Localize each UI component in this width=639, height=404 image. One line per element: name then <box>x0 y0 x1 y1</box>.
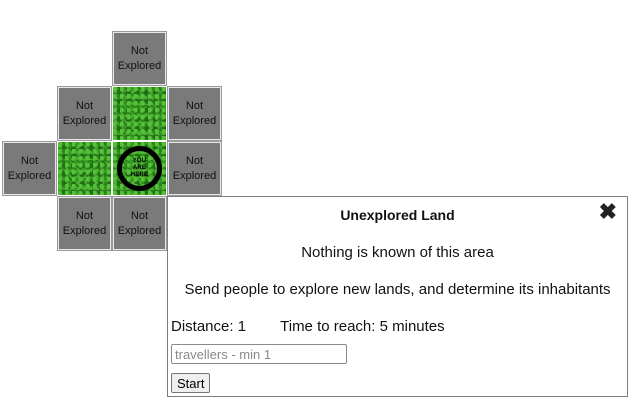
dialog-title: Unexplored Land <box>340 207 455 223</box>
map-tile-unexplored[interactable]: Not Explored <box>112 31 167 86</box>
map-tile-unexplored[interactable]: Not Explored <box>2 141 57 196</box>
distance-value: 1 <box>237 318 247 335</box>
map-tile-unexplored[interactable]: Not Explored <box>167 86 222 141</box>
game-stage: Not Explored Not Explored Not Explored N… <box>0 0 639 404</box>
close-icon[interactable]: ✖ <box>599 199 617 225</box>
map-tile-unexplored[interactable]: Not Explored <box>167 141 222 196</box>
map-tile-explored-grassland[interactable] <box>58 142 111 195</box>
travellers-input[interactable] <box>171 344 347 364</box>
you-are-here-label: YOU ARE HERE <box>130 158 149 178</box>
explore-dialog: Unexplored Land ✖ Nothing is known of th… <box>167 196 628 397</box>
map-tile-unexplored[interactable]: Not Explored <box>57 196 112 251</box>
dialog-instruction: Send people to explore new lands, and de… <box>184 281 611 298</box>
time-value: 5 minutes <box>379 318 445 335</box>
travel-stats: Distance: 1 Time to reach: 5 minutes <box>171 318 445 335</box>
you-are-here-marker: YOU ARE HERE <box>117 146 162 191</box>
dialog-description: Nothing is known of this area <box>301 244 494 261</box>
start-button[interactable]: Start <box>171 373 211 393</box>
map-tile-unexplored[interactable]: Not Explored <box>57 86 112 141</box>
distance-label: Distance: <box>171 318 234 335</box>
map-tile-unexplored[interactable]: Not Explored <box>112 196 167 251</box>
map-tile-explored-grassland[interactable] <box>113 87 166 140</box>
map-tile-current-location[interactable]: YOU ARE HERE <box>113 142 166 195</box>
time-label: Time to reach: <box>280 318 376 335</box>
